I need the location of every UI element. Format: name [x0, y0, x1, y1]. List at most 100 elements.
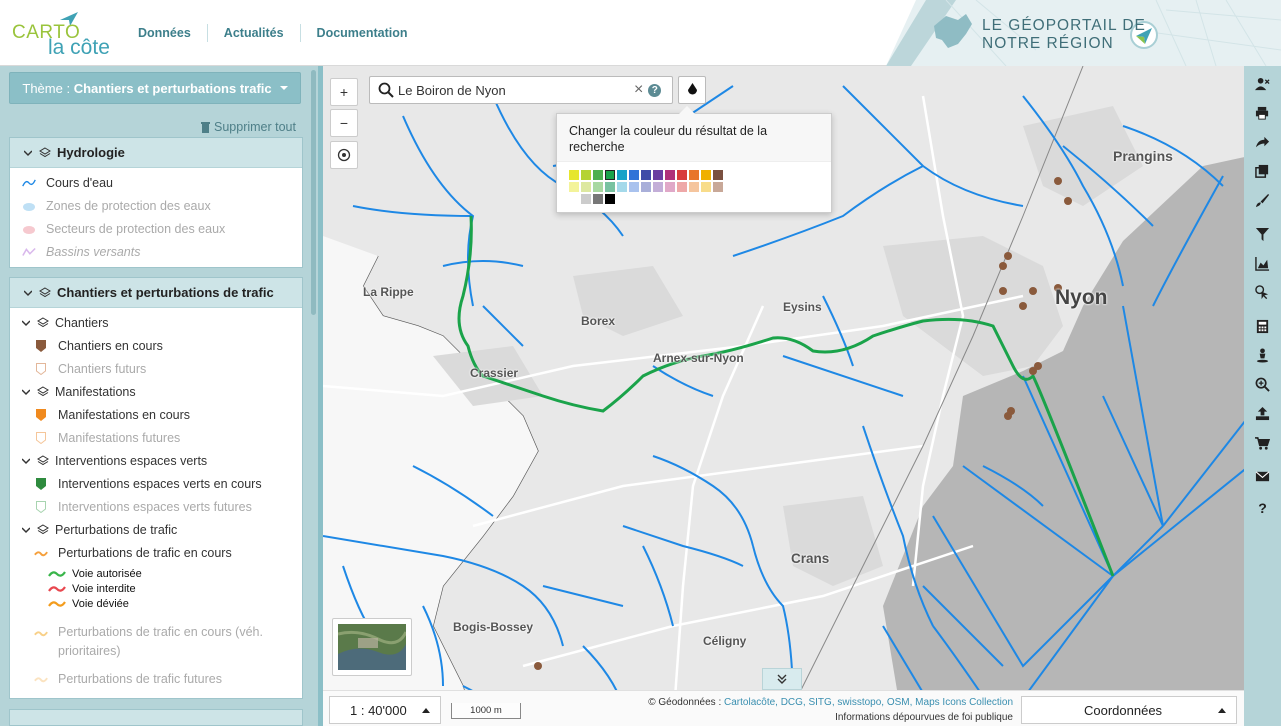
color-swatch[interactable] [689, 170, 699, 180]
map-view[interactable]: Prangins Nyon La Rippe Borex Eysins Arne… [318, 66, 1244, 726]
select-button[interactable] [1248, 278, 1277, 307]
color-swatch[interactable] [593, 194, 603, 204]
scale-bar: 1000 m [451, 703, 521, 719]
layer-row-zones-protection[interactable]: Zones de protection des eaux [22, 194, 302, 217]
zoom-in-button[interactable]: + [330, 78, 358, 106]
help-button[interactable]: ? [1248, 493, 1277, 522]
subgroup-header-interventions[interactable]: Interventions espaces verts [22, 449, 302, 472]
mail-button[interactable] [1248, 462, 1277, 491]
calculator-button[interactable] [1248, 312, 1277, 341]
color-swatch[interactable] [629, 170, 639, 180]
cartolacote-logo[interactable]: CARTO la côte [12, 12, 122, 59]
search-box[interactable]: × ? [369, 76, 673, 104]
chevron-down-icon [24, 149, 32, 156]
copy-button[interactable] [1248, 157, 1277, 186]
panel-scrollbar-thumb[interactable] [311, 70, 316, 315]
coordinates-select[interactable]: Coordonnées [1021, 696, 1237, 724]
layer-row-perturbations-futures[interactable]: Perturbations de trafic futures [22, 667, 302, 690]
layer-label: Chantiers futurs [58, 361, 147, 376]
color-swatch[interactable] [701, 170, 711, 180]
color-swatch[interactable] [605, 194, 615, 204]
popover-title: Changer la couleur du résultat de la rec… [557, 114, 831, 162]
color-swatch[interactable] [713, 170, 723, 180]
color-swatch[interactable] [701, 182, 711, 192]
next-group-header[interactable] [9, 709, 303, 726]
layer-row-manifestations-futures[interactable]: Manifestations futures [22, 426, 302, 449]
clear-search-icon[interactable]: × [634, 81, 643, 99]
filter-button[interactable] [1248, 220, 1277, 249]
layers-panel: Thème : Chantiers et perturbations trafi… [0, 66, 332, 726]
color-swatch[interactable] [677, 170, 687, 180]
help-circle-icon[interactable]: ? [648, 83, 662, 97]
chart-button[interactable] [1248, 249, 1277, 278]
zoom-button[interactable] [1248, 370, 1277, 399]
place-label-la-rippe: La Rippe [363, 285, 414, 299]
layer-row-chantiers-futurs[interactable]: Chantiers futurs [22, 357, 302, 380]
nav-donnees[interactable]: Données [135, 26, 194, 40]
result-color-button[interactable] [678, 76, 706, 104]
tools-toolbar: ? [1244, 66, 1281, 726]
cloud-zone-icon [23, 202, 35, 211]
color-swatch[interactable] [581, 182, 591, 192]
color-swatch[interactable] [713, 182, 723, 192]
place-label-prangins: Prangins [1113, 148, 1173, 164]
layer-row-bassins-versants[interactable]: Bassins versants [22, 240, 302, 263]
color-swatch[interactable] [617, 170, 627, 180]
layer-row-manifestations-en-cours[interactable]: Manifestations en cours [22, 403, 302, 426]
cart-button[interactable] [1248, 429, 1277, 458]
layer-row-interventions-en-cours[interactable]: Interventions espaces verts en cours [22, 472, 302, 495]
color-swatch[interactable] [665, 170, 675, 180]
layer-row-chantiers-en-cours[interactable]: Chantiers en cours [22, 334, 302, 357]
color-swatch[interactable] [569, 170, 579, 180]
basin-line-icon [22, 247, 36, 256]
place-label-nyon: Nyon [1055, 286, 1108, 309]
subgroup-header-chantiers[interactable]: Chantiers [22, 311, 302, 334]
orange-line-icon [48, 600, 66, 607]
scale-select[interactable]: 1 : 40'000 [329, 696, 441, 724]
share-button[interactable] [1248, 128, 1277, 157]
color-swatch[interactable] [569, 182, 579, 192]
person-button[interactable] [1248, 341, 1277, 370]
locate-button[interactable] [330, 141, 358, 169]
color-swatch[interactable] [593, 170, 603, 180]
nav-documentation[interactable]: Documentation [314, 26, 411, 40]
brush-button[interactable] [1248, 186, 1277, 215]
color-swatch[interactable] [605, 182, 615, 192]
group-header-hydrologie[interactable]: Hydrologie [10, 138, 302, 168]
subgroup-header-manifestations[interactable]: Manifestations [22, 380, 302, 403]
expand-bottom-button[interactable] [762, 668, 802, 690]
color-swatch[interactable] [581, 170, 591, 180]
zoom-out-button[interactable]: − [330, 109, 358, 137]
delete-all-button[interactable]: Supprimer tout [200, 120, 296, 134]
subgroup-header-perturbations[interactable]: Perturbations de trafic [22, 518, 302, 541]
color-swatch[interactable] [581, 194, 591, 204]
color-swatch[interactable] [569, 194, 579, 204]
layer-row-interventions-futures[interactable]: Interventions espaces verts futures [22, 495, 302, 518]
color-swatch[interactable] [689, 182, 699, 192]
layer-row-perturbations-en-cours[interactable]: Perturbations de trafic en cours [22, 541, 302, 564]
group-header-chantiers[interactable]: Chantiers et perturbations de trafic [10, 278, 302, 308]
color-swatch[interactable] [653, 170, 663, 180]
nav-actualites[interactable]: Actualités [221, 26, 287, 40]
layer-row-perturbations-prioritaires[interactable]: Perturbations de trafic en cours (véh. p… [22, 623, 302, 667]
river-line-icon [22, 179, 36, 186]
color-swatch[interactable] [617, 182, 627, 192]
place-label-eysins: Eysins [783, 300, 822, 314]
layer-row-secteurs-protection[interactable]: Secteurs de protection des eaux [22, 217, 302, 240]
color-swatch[interactable] [665, 182, 675, 192]
user-remove-button[interactable] [1248, 70, 1277, 99]
upload-button[interactable] [1248, 399, 1277, 428]
color-swatch[interactable] [677, 182, 687, 192]
color-swatch[interactable] [653, 182, 663, 192]
color-swatch[interactable] [641, 182, 651, 192]
search-input[interactable] [398, 82, 628, 98]
layer-row-cours-d-eau[interactable]: Cours d'eau [22, 171, 302, 194]
color-swatch[interactable] [605, 170, 615, 180]
attribution-links[interactable]: Cartolacôte, DCG, SITG, swisstopo, OSM, … [724, 697, 1013, 708]
color-swatch[interactable] [593, 182, 603, 192]
minimap-toggle[interactable] [332, 618, 412, 676]
color-swatch[interactable] [641, 170, 651, 180]
print-button[interactable] [1248, 99, 1277, 128]
color-swatch[interactable] [629, 182, 639, 192]
theme-dropdown[interactable]: Thème : Chantiers et perturbations trafi… [9, 72, 301, 104]
